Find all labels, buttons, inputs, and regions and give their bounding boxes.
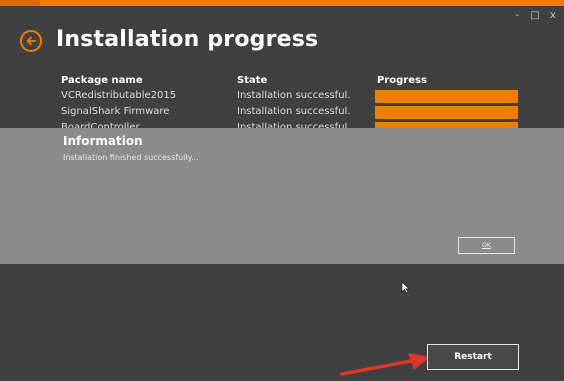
accent-notch: [0, 0, 40, 6]
ok-button[interactable]: OK: [458, 237, 515, 254]
progress-fill: [375, 90, 518, 103]
accent-bar: [0, 0, 564, 6]
page-title: Installation progress: [56, 27, 319, 52]
package-name-cell: SignalShark Firmware: [61, 106, 170, 117]
dialog-title: Information: [63, 134, 143, 148]
restart-button[interactable]: Restart: [427, 344, 519, 370]
dialog-message: Installation finished successfully...: [63, 153, 199, 162]
installer-window: - □ x Installation progress Package name…: [0, 0, 564, 381]
minimize-button[interactable]: -: [512, 10, 522, 22]
package-name-cell: VCRedistributable2015: [61, 90, 177, 101]
mouse-pointer-icon: [401, 281, 410, 294]
arrow-left-circle-icon: [26, 36, 36, 46]
progress-bar: [375, 90, 518, 103]
column-header-state: State: [237, 75, 268, 86]
window-controls: - □ x: [512, 10, 558, 22]
state-cell: Installation successful.: [237, 106, 351, 117]
progress-bar: [375, 106, 518, 119]
close-button[interactable]: x: [548, 10, 558, 22]
progress-fill: [375, 106, 518, 119]
column-header-package-name: Package name: [61, 75, 143, 86]
table-row: SignalShark Firmware Installation succes…: [0, 106, 564, 122]
state-cell: Installation successful.: [237, 90, 351, 101]
table-row: VCRedistributable2015 Installation succe…: [0, 90, 564, 106]
maximize-button[interactable]: □: [530, 10, 540, 22]
column-header-progress: Progress: [377, 75, 427, 86]
annotation-arrow-icon: [340, 353, 430, 376]
back-button[interactable]: [20, 30, 42, 52]
information-dialog: Information Installation finished succes…: [0, 128, 564, 264]
